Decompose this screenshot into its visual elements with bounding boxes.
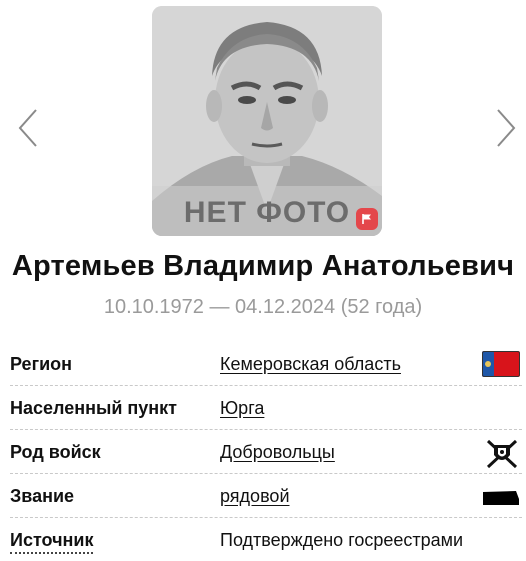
details-row-source: Источник Подтверждено госреестрами [10, 518, 522, 561]
next-arrow-icon[interactable] [494, 108, 518, 148]
settlement-label: Населенный пункт [10, 398, 178, 418]
branch-label: Род войск [10, 442, 101, 462]
life-dates: 10.10.1972 — 04.12.2024 (52 года) [103, 296, 423, 318]
previous-arrow-icon[interactable] [16, 108, 40, 148]
source-label[interactable]: Источник [10, 530, 94, 554]
details-table: Регион Кемеровская область Населенный пу… [10, 342, 522, 561]
rank-label: Звание [10, 486, 75, 506]
branch-link[interactable]: Добровольцы [220, 442, 335, 463]
details-row-branch: Род войск Добровольцы [10, 430, 522, 474]
portrait-photo[interactable]: НЕТ ФОТО [152, 6, 382, 236]
details-row-settlement: Населенный пункт Юрга [10, 386, 522, 430]
region-label: Регион [10, 354, 72, 374]
rank-insignia-icon [482, 483, 520, 514]
report-flag-icon[interactable] [356, 208, 378, 230]
no-photo-caption: НЕТ ФОТО [183, 196, 351, 229]
region-link[interactable]: Кемеровская область [220, 354, 401, 375]
source-value: Подтверждено госреестрами [220, 530, 464, 550]
person-name: Артемьев Владимир Анатольевич [11, 250, 515, 282]
settlement-link[interactable]: Юрга [220, 398, 264, 419]
details-row-rank: Звание рядовой [10, 474, 522, 518]
region-flag-icon [482, 351, 520, 382]
details-row-region: Регион Кемеровская область [10, 342, 522, 386]
volunteers-emblem-icon [484, 439, 520, 474]
rank-link[interactable]: рядовой [220, 486, 290, 507]
